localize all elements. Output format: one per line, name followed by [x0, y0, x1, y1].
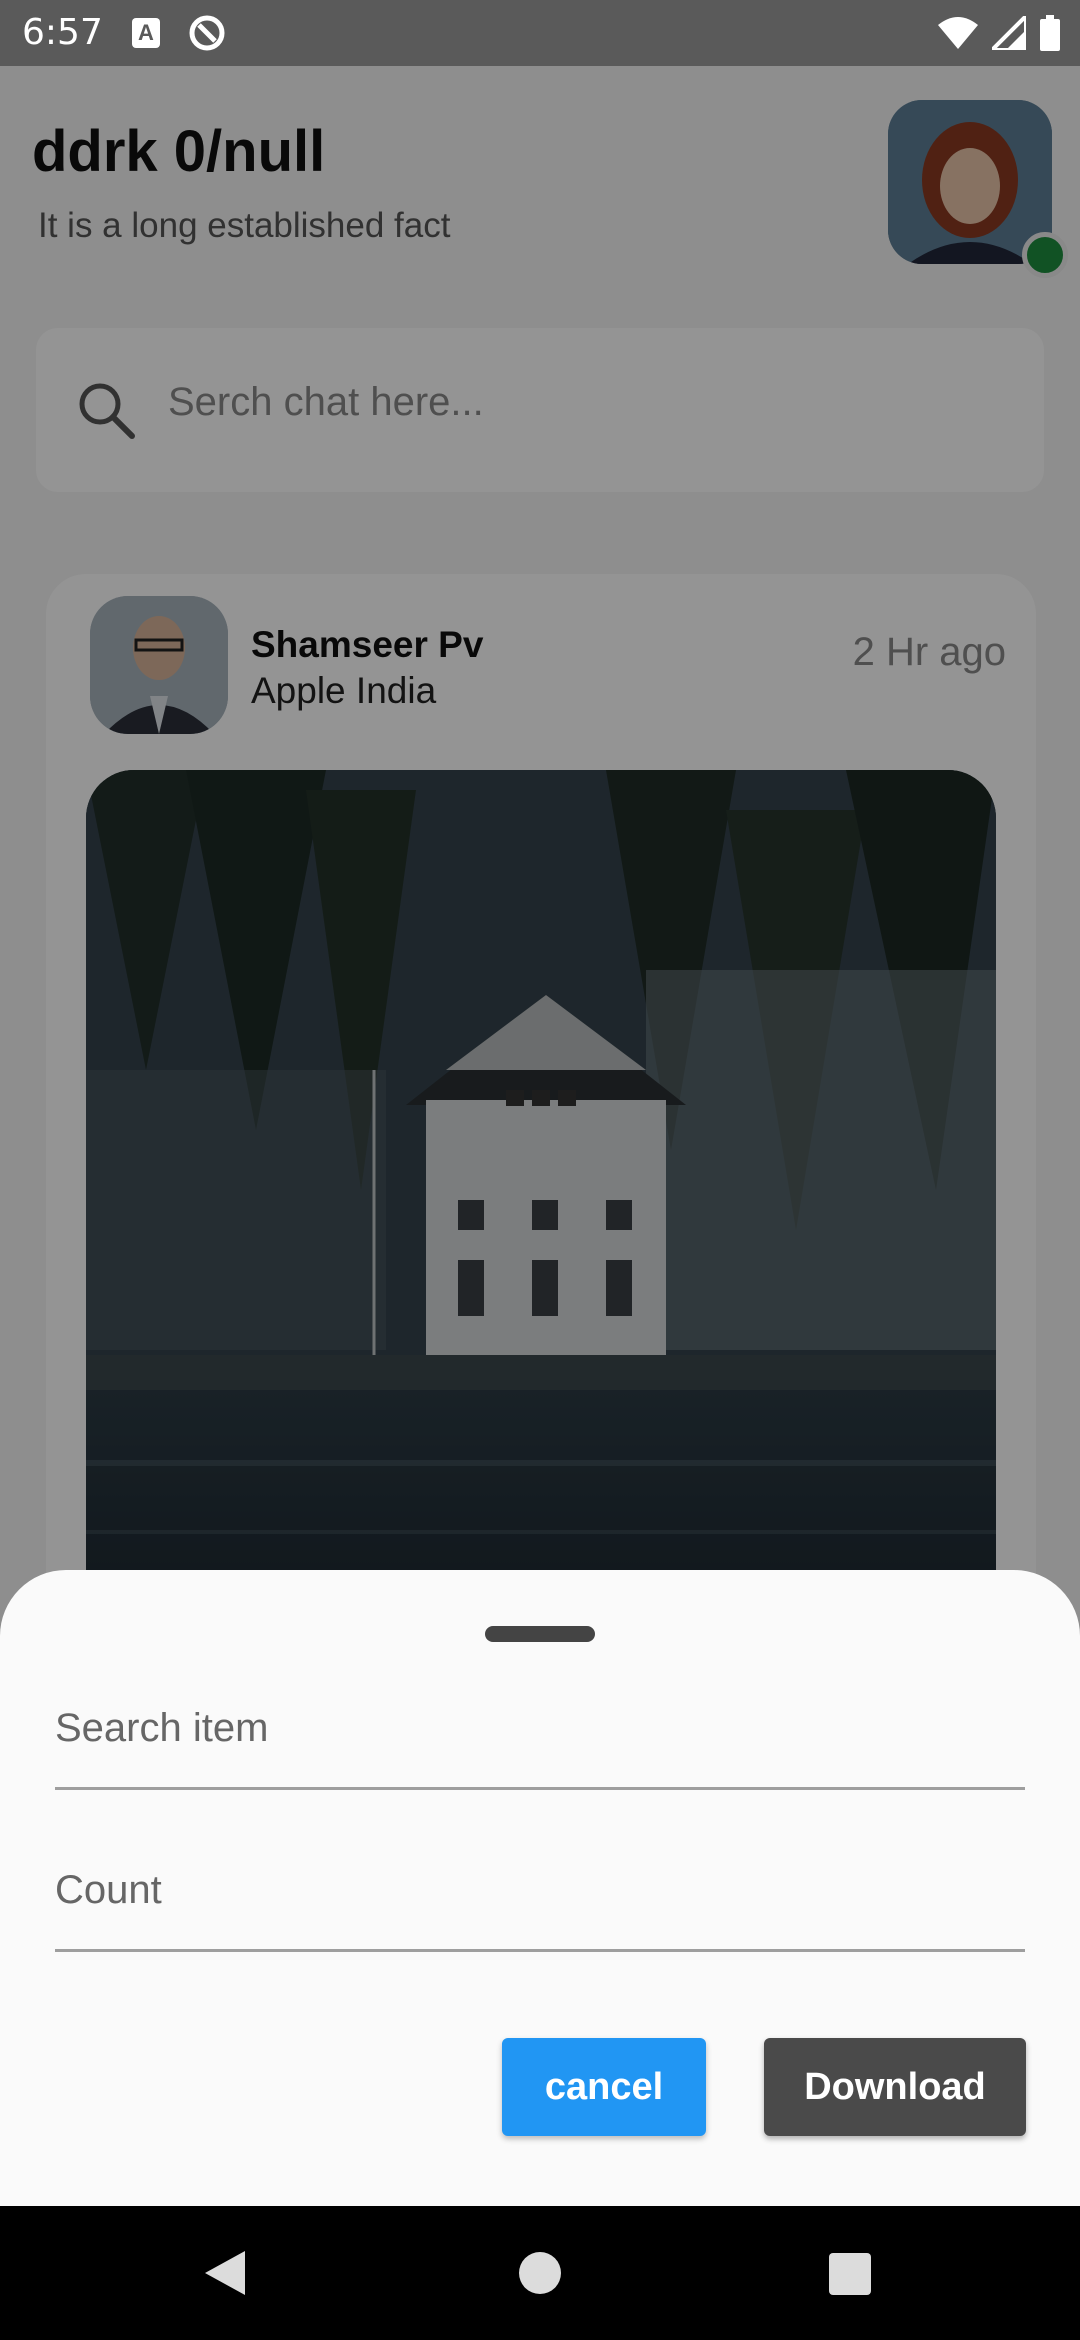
- notification-a-icon: A: [132, 18, 160, 48]
- system-nav-bar: [0, 2206, 1080, 2340]
- download-button[interactable]: Download: [764, 2038, 1026, 2136]
- back-icon[interactable]: [205, 2251, 247, 2295]
- count-field[interactable]: Count: [55, 1844, 1025, 1952]
- cell-signal-icon: [992, 16, 1026, 50]
- battery-icon: [1040, 15, 1060, 51]
- count-placeholder: Count: [55, 1868, 162, 1912]
- status-bar: 6:57 A: [0, 0, 1080, 66]
- wifi-icon: [938, 17, 978, 49]
- search-item-field[interactable]: Search item: [55, 1682, 1025, 1790]
- home-icon[interactable]: [519, 2252, 561, 2294]
- recents-icon[interactable]: [829, 2253, 871, 2295]
- status-time: 6:57: [22, 12, 103, 53]
- sync-icon: [189, 15, 225, 51]
- cancel-button[interactable]: cancel: [502, 2038, 706, 2136]
- drag-handle[interactable]: [485, 1626, 595, 1642]
- bottom-sheet: Search item Count cancel Download: [0, 1570, 1080, 2206]
- search-item-placeholder: Search item: [55, 1706, 269, 1750]
